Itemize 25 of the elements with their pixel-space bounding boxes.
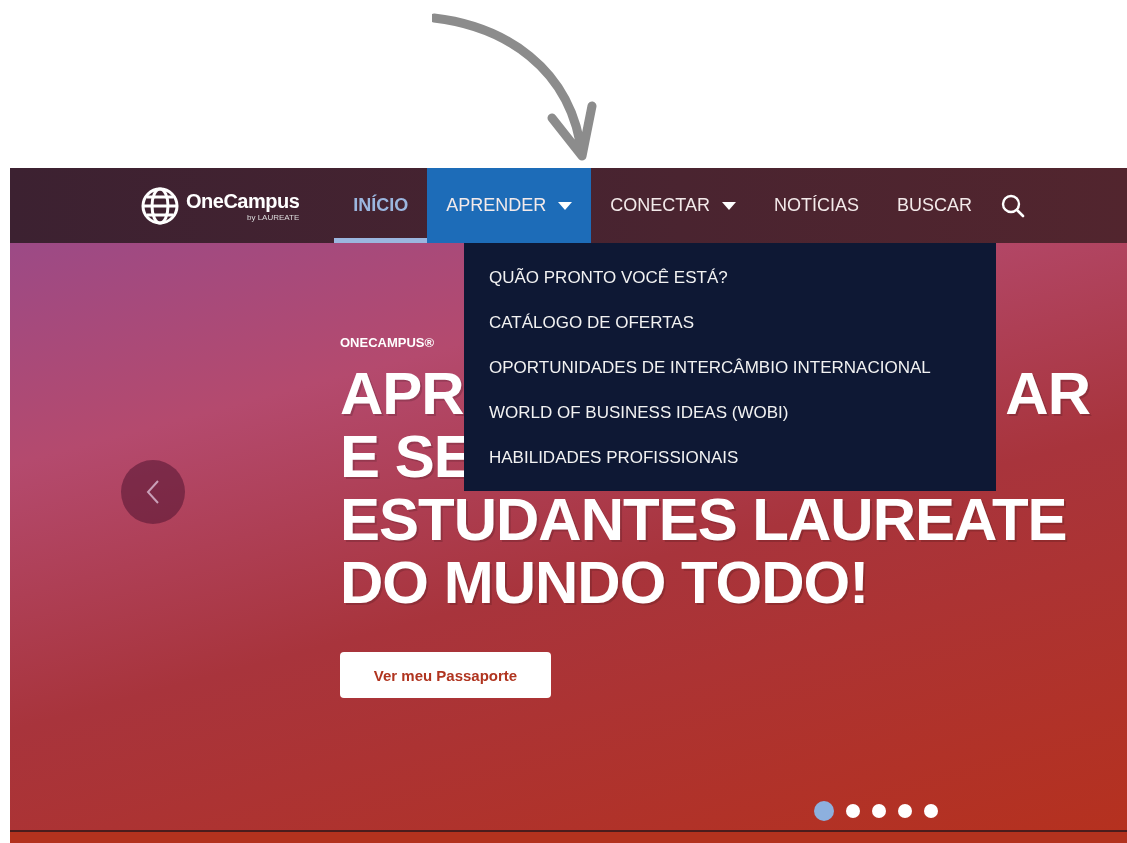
dropdown-item[interactable]: OPORTUNIDADES DE INTERCÂMBIO INTERNACIONAL [489, 355, 996, 381]
slide-dot[interactable] [924, 804, 938, 818]
dropdown-item[interactable]: QUÃO PRONTO VOCÊ ESTÁ? [489, 265, 996, 291]
logo-byline: by LAUREATE [247, 212, 300, 222]
hero-headline: AR [1005, 362, 1090, 425]
nav-tab[interactable]: NOTÍCIAS [755, 168, 879, 243]
hero-headline: DO MUNDO TODO! [340, 551, 869, 614]
hero-headline: APR [340, 362, 464, 425]
dropdown-item[interactable]: CATÁLOGO DE OFERTAS [489, 310, 996, 336]
chevron-left-icon [146, 479, 160, 505]
nav-tab[interactable]: APRENDER [427, 168, 592, 243]
dropdown-item[interactable]: HABILIDADES PROFISSIONAIS [489, 445, 996, 471]
nav-tab[interactable]: CONECTAR [591, 168, 756, 243]
nav-tab[interactable]: BUSCAR [878, 168, 992, 243]
hero-eyebrow: ONECAMPUS® [340, 335, 435, 350]
slide-dot[interactable] [898, 804, 912, 818]
hero-headline: ESTUDANTES LAUREATE [340, 488, 1067, 551]
slide-dot[interactable] [846, 804, 860, 818]
passport-button[interactable]: Ver meu Passaporte [340, 652, 551, 698]
slide-dot[interactable] [872, 804, 886, 818]
globe-icon [140, 185, 180, 226]
dropdown-item[interactable]: WORLD OF BUSINESS IDEAS (WOBI) [489, 400, 996, 426]
search-icon[interactable] [1001, 193, 1026, 218]
slide-dot[interactable] [814, 801, 834, 821]
logo-wordmark[interactable]: OneCampus [186, 189, 300, 213]
